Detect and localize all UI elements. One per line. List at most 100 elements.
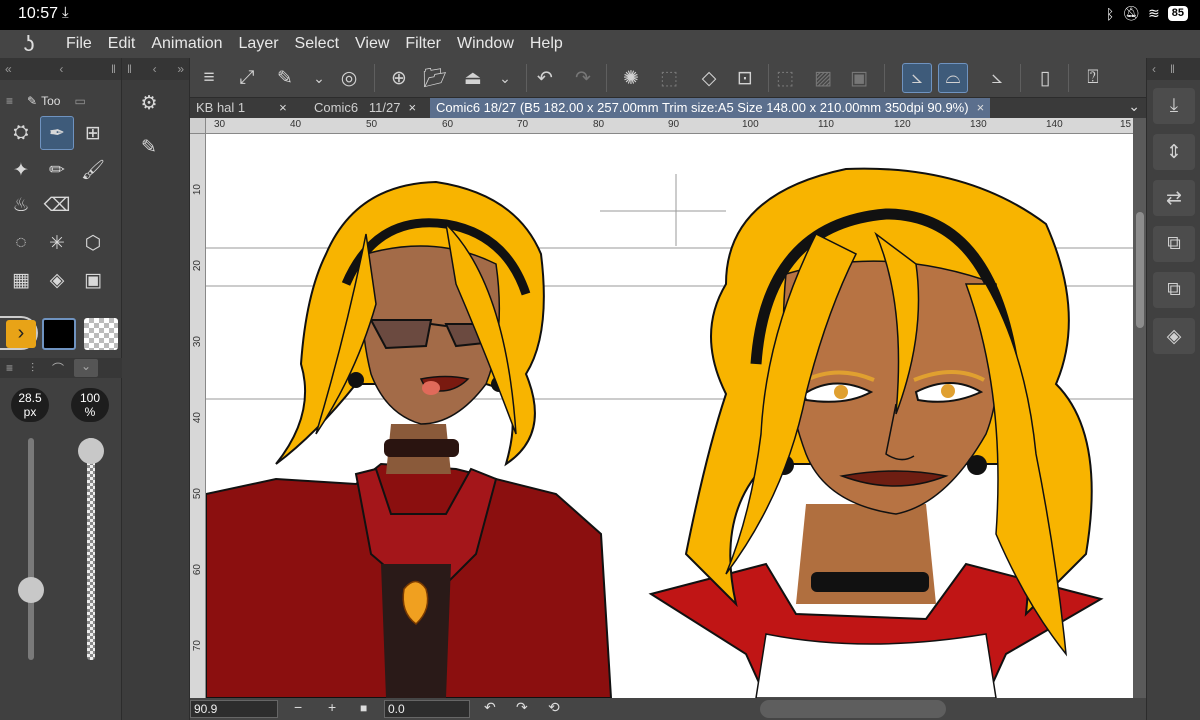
app-logo-icon[interactable]: ʖ [0,31,58,57]
navigator-icon[interactable]: ⇕ [1153,134,1195,170]
menu-layer[interactable]: Layer [231,35,287,53]
layer-property-icon[interactable]: ⧉ [1153,226,1195,262]
brush-size-slider-thumb[interactable] [18,577,44,604]
fit-icon[interactable]: ■ [360,701,367,715]
menu-icon[interactable]: ≡ [6,94,13,108]
zoom-field[interactable]: 90.9 [190,700,278,718]
sparkle-tool-icon[interactable]: ✦ [4,153,38,187]
grid-snap-icon[interactable]: ⦣ [982,63,1012,93]
cloud-sync-icon[interactable]: ◎ [334,63,364,93]
selection-border-icon[interactable]: ▣ [844,63,874,93]
chevron-left-icon[interactable]: ‹ [153,62,157,76]
fit-canvas-icon[interactable]: ⤢ [232,63,262,93]
fill-icon[interactable]: ◇ [694,63,724,93]
ruler-label: 70 [517,119,529,130]
opacity-slider-track[interactable] [87,438,95,660]
menu-window[interactable]: Window [449,35,522,53]
collapse-right-icon[interactable]: » [177,62,184,76]
loading-icon[interactable]: ✺ [616,63,646,93]
tab-kb-hal-1[interactable]: KB hal 1 × [190,98,293,118]
blend-tool-icon[interactable]: ♨ [4,188,38,222]
menu-animation[interactable]: Animation [143,35,230,53]
special-ruler-snap-icon[interactable]: ⌓ [938,63,968,93]
brush-tab-icon[interactable]: ✎ [27,94,37,108]
frame-tool-icon[interactable]: ⊞ [76,116,110,150]
tab-comic6-11[interactable]: Comic6 11/27 × [308,98,422,118]
edit-icon[interactable]: ✎ [270,63,300,93]
lasso-tool-icon[interactable]: ◌ [4,226,38,260]
menu-icon[interactable]: ≡ [6,361,13,375]
rotate-right-icon[interactable]: ↷ [516,699,528,716]
chevron-left-icon[interactable]: ‹ [1152,62,1156,76]
brush-tool-icon[interactable]: 🖌︎ [76,153,110,187]
pen-tool-icon[interactable]: ✒ [40,116,74,150]
layers-icon[interactable]: ◈ [1153,318,1195,354]
menu-edit[interactable]: Edit [100,35,144,53]
transparent-color-swatch[interactable] [84,318,118,350]
grip-icon[interactable]: ‖ [127,62,132,76]
close-icon[interactable]: × [279,100,287,115]
ruler-snap-icon[interactable]: ⦣ [902,63,932,93]
drawing-canvas[interactable] [206,134,1133,698]
sliders-icon[interactable]: ⫶ [31,361,34,376]
tab-comic6-18[interactable]: Comic6 18/27 (B5 182.00 x 257.00mm Trim … [430,98,991,118]
decoration-tool-icon[interactable]: ▦ [4,263,38,297]
opacity-slider-thumb[interactable] [78,438,104,464]
menu-help[interactable]: Help [522,35,571,53]
window-icon[interactable]: ▭ [74,94,85,108]
grip-icon[interactable]: ‖ [1170,62,1175,76]
3d-tool-icon[interactable]: ⬡ [76,226,110,260]
grip-icon[interactable]: ‖ [111,62,116,76]
zoom-out-button[interactable]: − [294,699,302,715]
tool-property-icon[interactable]: ⚙ [132,86,166,120]
menu-filter[interactable]: Filter [397,35,449,53]
transform-icon[interactable]: ⊡ [730,63,760,93]
sub-tool-detail-icon[interactable]: ✎ [132,130,166,164]
vertical-scrollbar[interactable] [1133,118,1146,698]
menu-icon[interactable]: ≡ [194,63,224,93]
tool-tab-label[interactable]: Too [41,94,60,108]
menu-file[interactable]: File [58,35,100,53]
auto-select-tool-icon[interactable]: ✳ [40,226,74,260]
rotate-left-icon[interactable]: ↶ [484,699,496,716]
chevron-down-icon[interactable]: ⌄ [304,63,334,93]
brush-shape-icon[interactable]: ⌒ [52,360,64,377]
fill-tool-icon[interactable]: ◈ [40,263,74,297]
eraser-tool-icon[interactable]: ⌫ [40,188,74,222]
menu-select[interactable]: Select [287,35,347,53]
chevron-left-icon[interactable]: ‹ [59,62,63,76]
close-icon[interactable]: × [977,100,985,115]
redo-icon[interactable]: ↷ [568,63,598,93]
save-icon[interactable]: ⏏ [458,63,488,93]
operation-tool-icon[interactable]: ⛭ [4,116,38,150]
sub-color-swatch[interactable]: › [6,320,36,348]
rotation-field[interactable]: 0.0 [384,700,470,718]
main-color-swatch[interactable] [42,318,76,350]
collapse-left-icon[interactable]: « [5,62,12,76]
open-folder-icon[interactable]: 📂︎ [420,63,450,93]
chevron-down-icon[interactable]: ⌄ [490,63,520,93]
import-icon[interactable]: ⤓ [1153,88,1195,124]
zoom-in-button[interactable]: + [328,699,336,715]
scrollbar-thumb[interactable] [1136,212,1144,328]
ruler-label: 20 [192,260,203,272]
pencil-tool-icon[interactable]: ✏ [40,153,74,187]
convert-icon[interactable]: ⇄ [1153,180,1195,216]
invert-selection-icon[interactable]: ▨ [808,63,838,93]
brush-size-slider-track[interactable] [28,438,34,660]
help-icon[interactable]: ⍰ [1078,63,1108,93]
chevron-down-icon[interactable]: ⌄ [1128,98,1140,115]
layer-search-icon[interactable]: ⧉ [1153,272,1195,308]
close-icon[interactable]: × [408,100,416,115]
undo-icon[interactable]: ↶ [530,63,560,93]
mute-icon: 🔕︎ [1122,5,1141,21]
menu-view[interactable]: View [347,35,397,53]
new-file-icon[interactable]: ⊕ [384,63,414,93]
gradient-tool-icon[interactable]: ▣ [76,263,110,297]
deselect-icon[interactable]: ⬚ [770,63,800,93]
reset-rotation-icon[interactable]: ⟲ [548,699,560,716]
chevron-down-icon[interactable]: ⌄ [74,359,99,377]
horizontal-scrollbar-thumb[interactable] [760,700,946,718]
device-icon[interactable]: ▯ [1030,63,1060,93]
crop-icon[interactable]: ⬚ [654,63,684,93]
